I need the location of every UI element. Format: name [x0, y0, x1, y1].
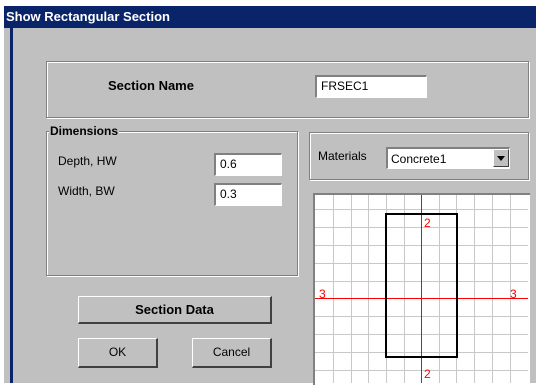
section-name-input[interactable]: FRSEC1	[315, 75, 427, 98]
axis-2-top-label: 2	[424, 216, 431, 230]
axis-2-bottom-label: 2	[424, 367, 431, 381]
ok-button[interactable]: OK	[78, 338, 158, 368]
section-name-label: Section Name	[108, 78, 194, 93]
cancel-button[interactable]: Cancel	[192, 338, 272, 368]
window-left-edge	[10, 28, 13, 383]
dimensions-legend: Dimensions	[49, 124, 120, 138]
materials-label: Materials	[318, 149, 367, 163]
materials-select[interactable]: Concrete1	[386, 147, 510, 169]
materials-dropdown-button[interactable]	[493, 149, 509, 167]
dimensions-group: Dimensions Depth, HW 0.6 Width, BW 0.3	[46, 124, 298, 276]
chevron-down-icon	[497, 156, 505, 161]
depth-input[interactable]: 0.6	[214, 153, 282, 176]
depth-label: Depth, HW	[58, 154, 117, 168]
section-data-button[interactable]: Section Data	[78, 296, 272, 324]
width-label: Width, BW	[58, 184, 115, 198]
dialog-window: Show Rectangular Section Section Name FR…	[4, 6, 536, 385]
section-preview-canvas: 2 2 3 3	[315, 195, 528, 383]
title-bar[interactable]: Show Rectangular Section	[4, 6, 536, 28]
materials-selected-value: Concrete1	[391, 152, 447, 166]
width-input[interactable]: 0.3	[214, 183, 282, 206]
window-title: Show Rectangular Section	[6, 9, 170, 24]
section-preview: 2 2 3 3	[313, 193, 530, 385]
materials-group: Materials Concrete1	[309, 132, 529, 180]
axis-3-left-label: 3	[319, 287, 326, 301]
section-name-group: Section Name FRSEC1	[46, 61, 529, 118]
axis-3-right-label: 3	[510, 287, 517, 301]
